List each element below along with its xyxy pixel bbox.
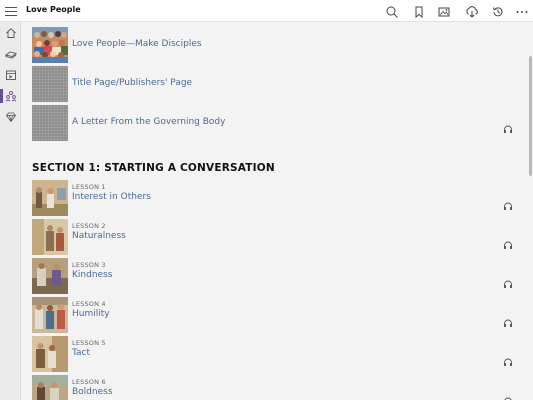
item-title: Title Page/Publishers' Page xyxy=(72,78,193,88)
bible-icon[interactable] xyxy=(0,44,21,64)
lesson-title: Tact xyxy=(72,348,90,358)
lesson-item[interactable]: LESSON 5 Tact xyxy=(32,336,520,372)
scrollbar-thumb[interactable] xyxy=(529,56,532,176)
list-item[interactable]: A Letter From the Governing Body xyxy=(32,105,520,141)
cover-thumbnail xyxy=(32,27,68,63)
placeholder-thumbnail xyxy=(32,105,68,141)
history-icon[interactable] xyxy=(491,4,505,18)
lesson-title: Kindness xyxy=(72,270,113,280)
app-window: Love People Love People—Make Disciples T… xyxy=(0,0,533,400)
list-item[interactable]: Title Page/Publishers' Page xyxy=(32,66,520,102)
headphones-icon[interactable] xyxy=(503,196,513,210)
publications-icon[interactable] xyxy=(0,65,21,85)
lesson-item[interactable]: LESSON 4 Humility xyxy=(32,297,520,333)
placeholder-thumbnail xyxy=(32,66,68,102)
headphones-icon[interactable] xyxy=(503,235,513,249)
lesson-item[interactable]: LESSON 6 Boldness xyxy=(32,375,520,400)
headphones-icon[interactable] xyxy=(503,313,513,327)
lesson-number: LESSON 3 xyxy=(72,261,106,269)
hamburger-menu-icon[interactable] xyxy=(4,4,18,18)
home-icon[interactable] xyxy=(0,23,21,43)
lesson-number: LESSON 2 xyxy=(72,222,106,230)
download-icon[interactable] xyxy=(465,4,479,18)
lesson-number: LESSON 1 xyxy=(72,183,106,191)
lesson-item[interactable]: LESSON 3 Kindness xyxy=(32,258,520,294)
headphones-icon[interactable] xyxy=(503,119,513,133)
lesson-thumbnail xyxy=(32,297,68,333)
lesson-title: Humility xyxy=(72,309,110,319)
title-bar: Love People xyxy=(0,0,533,22)
list-item[interactable]: Love People—Make Disciples xyxy=(32,27,520,63)
item-title: Love People—Make Disciples xyxy=(72,39,202,49)
lesson-item[interactable]: LESSON 2 Naturalness xyxy=(32,219,520,255)
lesson-title: Naturalness xyxy=(72,231,126,241)
search-icon[interactable] xyxy=(385,4,399,18)
content-list: Love People—Make Disciples Title Page/Pu… xyxy=(22,22,533,400)
scrollbar[interactable] xyxy=(527,22,533,400)
lesson-title: Interest in Others xyxy=(72,192,151,202)
lesson-number: LESSON 4 xyxy=(72,300,106,308)
headphones-icon[interactable] xyxy=(503,391,513,400)
lesson-thumbnail xyxy=(32,375,68,400)
meetings-icon[interactable] xyxy=(0,86,21,106)
more-icon[interactable] xyxy=(515,4,529,18)
bookmark-icon[interactable] xyxy=(412,4,426,19)
headphones-icon[interactable] xyxy=(503,352,513,366)
lesson-item[interactable]: LESSON 1 Interest in Others xyxy=(32,180,520,216)
lesson-title: Boldness xyxy=(72,387,113,397)
lesson-thumbnail xyxy=(32,258,68,294)
lesson-number: LESSON 6 xyxy=(72,378,106,386)
lesson-thumbnail xyxy=(32,219,68,255)
lesson-thumbnail xyxy=(32,180,68,216)
headphones-icon[interactable] xyxy=(503,274,513,288)
lesson-thumbnail xyxy=(32,336,68,372)
gem-icon[interactable] xyxy=(0,107,21,127)
image-gallery-icon[interactable] xyxy=(437,4,451,18)
lesson-number: LESSON 5 xyxy=(72,339,106,347)
sidebar xyxy=(0,22,21,400)
item-title: A Letter From the Governing Body xyxy=(72,117,226,127)
section-heading: SECTION 1: STARTING A CONVERSATION xyxy=(32,162,275,174)
app-title: Love People xyxy=(26,5,81,14)
